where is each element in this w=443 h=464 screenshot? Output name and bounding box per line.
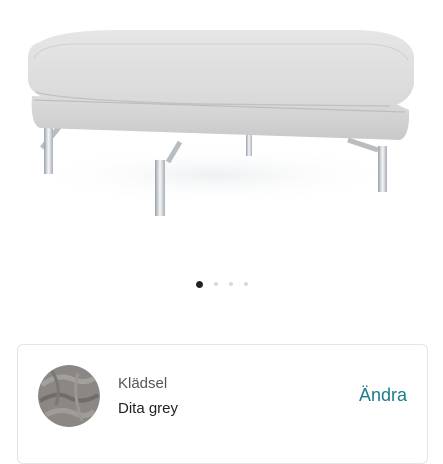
carousel-dot-4[interactable] [243, 282, 248, 286]
image-carousel-dots[interactable] [0, 278, 443, 290]
carousel-dot-2[interactable] [213, 282, 218, 286]
change-upholstery-link[interactable]: Ändra [359, 385, 407, 406]
upholstery-value: Dita grey [118, 400, 179, 417]
upholstery-option-card[interactable]: Klädsel Dita grey Ändra [17, 344, 428, 464]
carousel-dot-1[interactable] [195, 280, 203, 288]
upholstery-label: Klädsel [118, 375, 168, 392]
carousel-dot-3[interactable] [228, 282, 233, 286]
fabric-swatch-image [38, 365, 100, 427]
product-image[interactable] [0, 0, 443, 250]
